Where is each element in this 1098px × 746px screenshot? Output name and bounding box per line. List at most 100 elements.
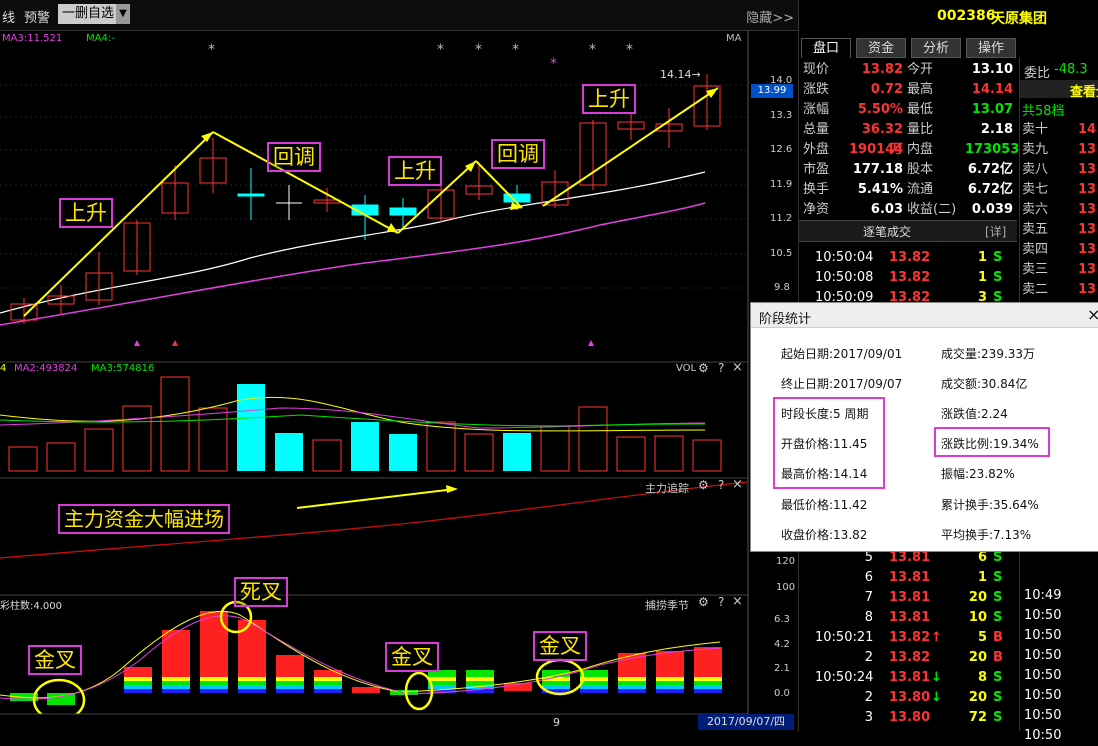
- tick-side: S: [993, 610, 1003, 625]
- quote-label: 最高: [907, 82, 934, 97]
- gear-icon[interactable]: ⚙: [698, 595, 709, 609]
- stat-cumulative-turnover: 累计换手:35.64%: [941, 498, 1039, 512]
- tick-price: 13.81: [889, 670, 931, 685]
- indicator-bar: [466, 670, 494, 677]
- arrow-head: [201, 132, 213, 142]
- minute-row: 10:50: [1020, 686, 1098, 706]
- ask-label: 卖五: [1022, 222, 1049, 237]
- tab-funds[interactable]: 资金: [856, 38, 906, 58]
- indicator-bar-stripe: [580, 689, 608, 693]
- quote-value: 6.03: [870, 202, 903, 217]
- star-marker: *: [589, 42, 596, 58]
- candle-down: [503, 193, 531, 203]
- toolbar-item-alert[interactable]: 预警: [24, 7, 50, 26]
- tick-volume: 20: [968, 690, 987, 705]
- stock-code: 002386: [937, 8, 996, 24]
- weibi-value: -48.3: [1054, 62, 1088, 77]
- quote-row: 涨跌 0.72 最高 14.14: [799, 80, 1017, 100]
- quote-label: 总量: [803, 122, 830, 137]
- volume-bar: [160, 376, 190, 472]
- tick-side: B: [993, 630, 1003, 645]
- tick-row: 10:50:04 13.82 1 S: [799, 248, 1017, 268]
- stat-amplitude: 振幅:23.82%: [941, 467, 1015, 481]
- indicator-bar-stripe: [656, 685, 684, 689]
- season-indicator-label: 捕捞季节: [645, 599, 689, 612]
- help-icon[interactable]: ?: [718, 595, 724, 609]
- period-stats-dialog: 阶段统计 × 起始日期:2017/09/01 终止日期:2017/09/07 时…: [750, 302, 1098, 552]
- tick-row: 2 13.80 ↓ 20 S: [799, 688, 1017, 708]
- gear-icon[interactable]: ⚙: [698, 478, 709, 492]
- ask-row: 卖八 13: [1020, 160, 1098, 180]
- help-icon[interactable]: ?: [718, 361, 724, 375]
- indicator-bar-stripe: [656, 681, 684, 685]
- cl-axis-tick: 4.2: [774, 639, 790, 650]
- quote-row: 外盘 190144 内盘 173053: [799, 140, 1019, 160]
- ask-price: 14: [1078, 122, 1097, 137]
- indicator-bar-stripe: [314, 677, 342, 681]
- annotation-rise: 上升: [582, 84, 636, 114]
- chevron-down-icon[interactable]: ▼: [116, 4, 130, 24]
- check-all-link[interactable]: 查看全: [1070, 81, 1098, 100]
- annotation-golden-cross: 金叉: [385, 642, 439, 672]
- help-icon[interactable]: ?: [718, 478, 724, 492]
- tick-row: 10:50:21 13.82 ↑ 5 B: [799, 628, 1017, 648]
- indicator-bar-stripe: [238, 689, 266, 693]
- kline-chart[interactable]: * * * * * * *: [0, 30, 798, 731]
- tick-side: S: [993, 250, 1003, 265]
- tab-operation[interactable]: 操作: [966, 38, 1016, 58]
- tick-time: 6: [864, 570, 873, 585]
- close-icon[interactable]: ×: [732, 477, 743, 492]
- tick-direction-icon: ↓: [931, 690, 942, 705]
- tick-price: 13.82: [889, 630, 931, 645]
- gear-icon[interactable]: ⚙: [698, 361, 709, 375]
- ticks-detail-link[interactable]: [详]: [985, 223, 1006, 240]
- tab-analysis[interactable]: 分析: [911, 38, 961, 58]
- quote-label: 内盘: [907, 142, 934, 157]
- ma-line-white: [0, 171, 706, 314]
- ask-row: 卖七 13: [1020, 180, 1098, 200]
- zl-axis-tick: 100: [776, 582, 796, 593]
- cl-axis-tick: 6.3: [774, 614, 790, 625]
- indicator-bar-stripe: [238, 685, 266, 689]
- check-all-row[interactable]: 查看全: [1020, 80, 1098, 100]
- watchlist-dropdown[interactable]: 一删自选 ▼: [58, 4, 130, 24]
- tick-volume: 1: [977, 570, 987, 585]
- minute-row: 10:50: [1020, 646, 1098, 666]
- indicator-bar-stripe: [276, 685, 304, 689]
- close-icon[interactable]: ×: [732, 594, 743, 609]
- hide-panel-button[interactable]: 隐藏>>: [746, 7, 794, 26]
- tick-price: 13.82: [889, 250, 931, 265]
- indicator-bar-stripe: [276, 681, 304, 685]
- stat-average-turnover: 平均换手:7.13%: [941, 528, 1032, 542]
- indicator-bar-stripe: [162, 681, 190, 685]
- tick-price: 13.82: [889, 650, 931, 665]
- indicator-bar: [656, 651, 684, 677]
- minute-time: 10:50: [1024, 608, 1062, 623]
- tab-order-book[interactable]: 盘口: [801, 38, 851, 58]
- quote-value: 14.14: [971, 82, 1013, 97]
- annotation-golden-cross: 金叉: [533, 631, 587, 661]
- stat-volume: 成交量:239.33万: [941, 347, 1036, 361]
- toolbar-item-line[interactable]: 线: [2, 7, 15, 26]
- indicator-bar-stripe: [276, 689, 304, 693]
- minute-time: 10:50: [1024, 628, 1062, 643]
- quote-label: 涨幅: [803, 102, 830, 117]
- star-marker: *: [475, 42, 482, 58]
- annotation-rise: 上升: [59, 198, 113, 228]
- indicator-bar-stripe: [238, 677, 266, 681]
- tick-price: 13.81: [889, 590, 931, 605]
- tick-side: S: [993, 270, 1003, 285]
- close-icon[interactable]: ×: [732, 360, 743, 375]
- quote-label: 股本: [907, 162, 934, 177]
- quote-value: 2.18: [980, 122, 1013, 137]
- minute-row: 10:50: [1020, 606, 1098, 626]
- close-icon[interactable]: ×: [1087, 305, 1098, 324]
- ask-label: 卖七: [1022, 182, 1049, 197]
- tick-time: 10:50:24: [815, 670, 874, 685]
- ask-price: 13: [1078, 242, 1097, 257]
- stat-turnover-amount: 成交额:30.84亿: [941, 377, 1028, 391]
- quote-row: 现价 13.82 今开 13.10: [799, 60, 1017, 80]
- tick-row: 7 13.81 20 S: [799, 588, 1017, 608]
- ma4-legend: MA4:-: [86, 33, 115, 44]
- tick-price: 13.80: [889, 710, 931, 725]
